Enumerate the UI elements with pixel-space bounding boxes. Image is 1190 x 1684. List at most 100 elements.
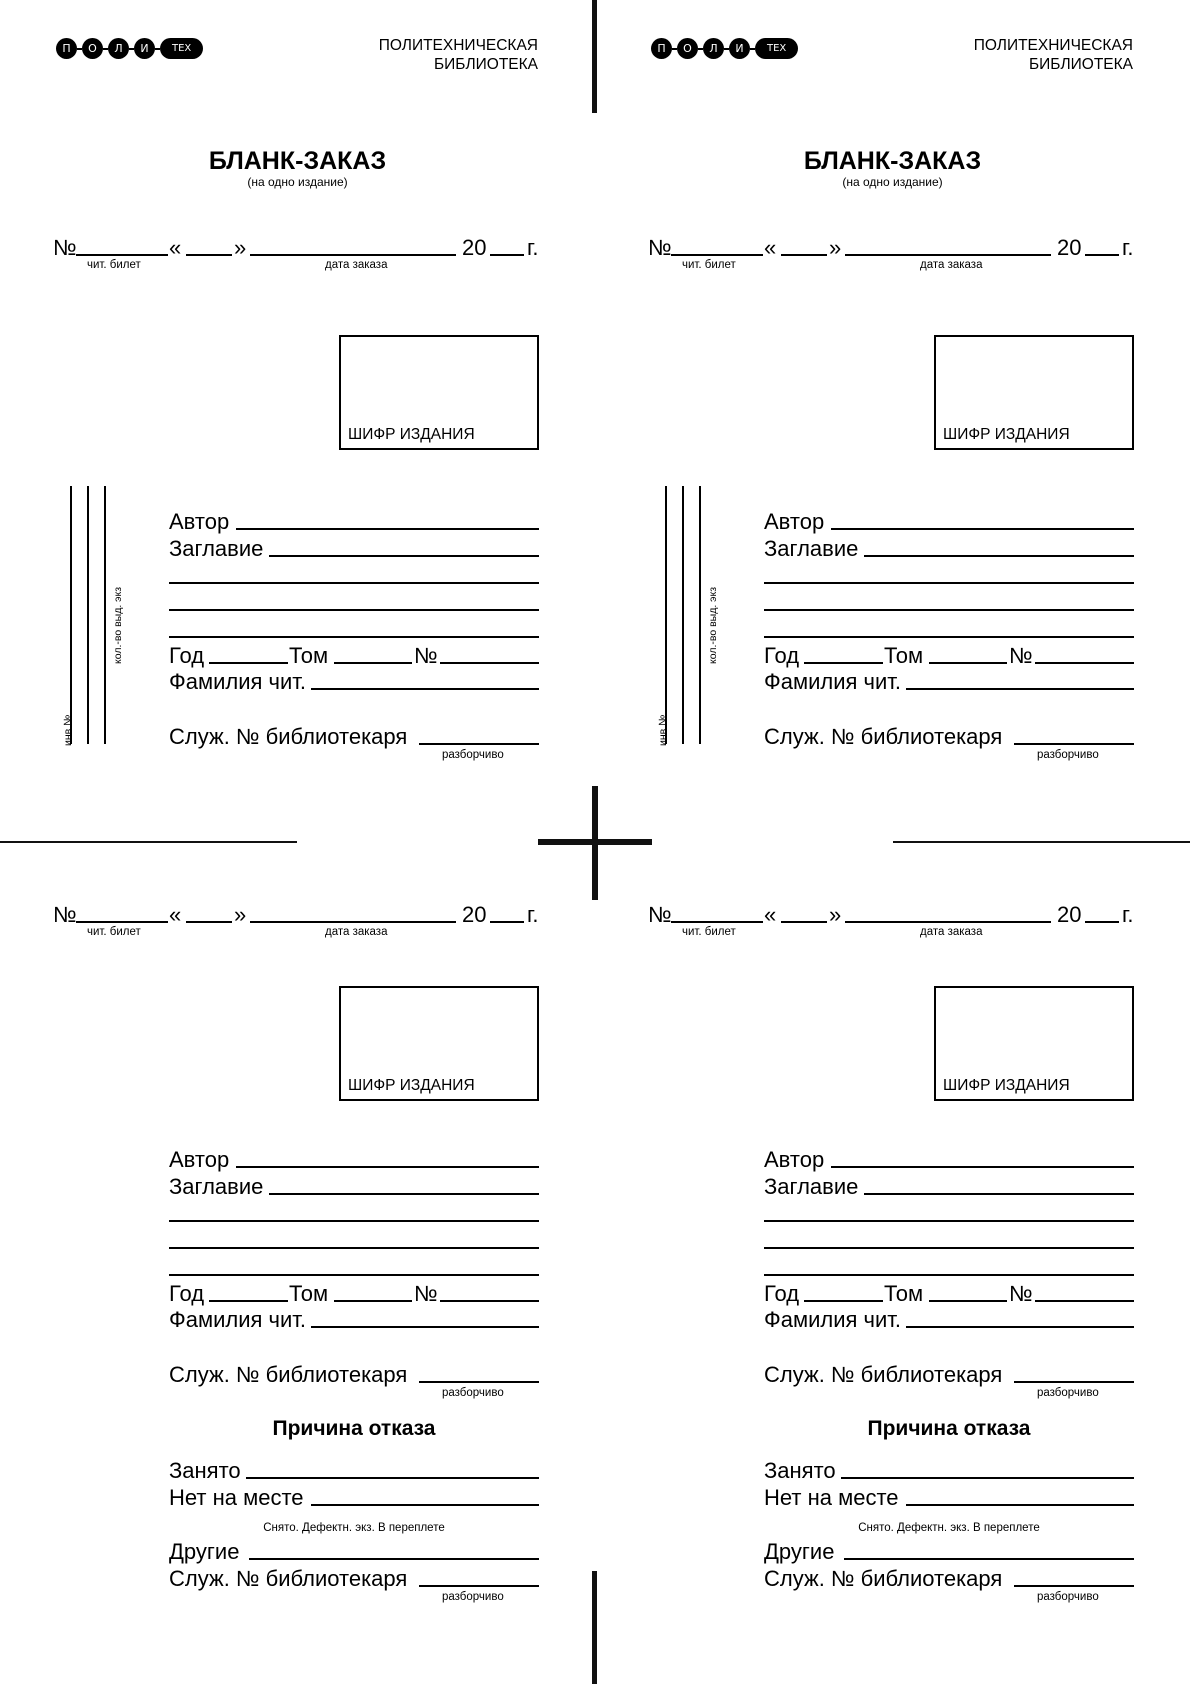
logo-pill: ТЕХ [755,38,799,59]
missing-field[interactable] [311,1504,539,1506]
quote-close: » [829,235,842,260]
title-field-line[interactable] [764,582,1134,584]
year-label: Год [169,643,205,668]
title-field[interactable] [864,1193,1134,1195]
busy-field[interactable] [841,1477,1134,1479]
author-label: Автор [169,509,230,534]
month-field[interactable] [845,254,1051,256]
title-field[interactable] [269,555,539,557]
volume-field[interactable] [929,662,1007,664]
issue-label: № [1009,1281,1033,1306]
issue-field[interactable] [1035,1300,1134,1302]
issue-field[interactable] [440,1300,539,1302]
year-label: Год [764,643,800,668]
copies-label: кол.-во выд. экз [707,586,719,664]
librarian-field[interactable] [419,743,539,745]
inventory-label: инв № [62,714,74,746]
reader-surname-field[interactable] [311,1326,539,1328]
year-field[interactable] [490,254,524,256]
title-field-line[interactable] [169,609,539,611]
refusal-heading: Причина отказа [272,1417,436,1440]
form-subtitle: (на одно издание) [842,175,943,189]
order-form-bottom-left: № « » 20 г. чит. билет дата заказа ШИФР … [0,842,595,1684]
title-field-line[interactable] [169,636,539,638]
logo-pill: ТЕХ [160,38,204,59]
missing-label: Нет на месте [764,1485,899,1510]
issue-label: № [414,643,438,668]
author-field[interactable] [236,1166,539,1168]
issue-field[interactable] [440,662,539,664]
day-field[interactable] [781,254,827,256]
publication-year-field[interactable] [209,1300,288,1302]
author-field[interactable] [831,1166,1134,1168]
volume-field[interactable] [334,662,412,664]
year-field[interactable] [490,921,524,923]
title-field[interactable] [864,555,1134,557]
title-field-line[interactable] [169,582,539,584]
month-field[interactable] [250,254,456,256]
reader-surname-label: Фамилия чит. [169,1307,307,1332]
title-field-line[interactable] [169,1247,539,1249]
volume-field[interactable] [334,1300,412,1302]
publication-year-field[interactable] [804,1300,883,1302]
librarian-field[interactable] [419,1381,539,1383]
day-field[interactable] [781,921,827,923]
other-field[interactable] [249,1558,539,1560]
missing-field[interactable] [906,1504,1134,1506]
inventory-label: инв № [657,714,669,746]
logo-letter: И [729,38,750,59]
title-field-line[interactable] [764,1247,1134,1249]
year-field[interactable] [1085,921,1119,923]
reader-surname-label: Фамилия чит. [764,1307,902,1332]
title-field-line[interactable] [764,1220,1134,1222]
issue-field[interactable] [1035,662,1134,664]
title-field-line[interactable] [764,1274,1134,1276]
author-field[interactable] [831,528,1134,530]
title-field-line[interactable] [169,1274,539,1276]
library-name-line: БИБЛИОТЕКА [433,56,538,73]
title-field-line[interactable] [169,1220,539,1222]
volume-label: Том [884,1281,924,1306]
month-field[interactable] [845,921,1051,923]
librarian-label: Служ. № библиотекаря [169,1362,408,1387]
month-field[interactable] [250,921,456,923]
library-name-line: ПОЛИТЕХНИЧЕСКАЯ [973,37,1133,54]
logo-letter: П [56,38,77,59]
title-field-line[interactable] [764,636,1134,638]
reader-surname-label: Фамилия чит. [169,669,307,694]
title-field-line[interactable] [764,609,1134,611]
librarian-field[interactable] [1014,1381,1134,1383]
refusal-librarian-field[interactable] [1014,1585,1134,1587]
publication-year-field[interactable] [804,662,883,664]
form-title: БЛАНК-ЗАКАЗ [208,147,387,175]
reader-surname-field[interactable] [311,688,539,690]
date-caption: дата заказа [920,259,983,271]
reader-ticket-field[interactable] [671,254,763,256]
quote-close: » [829,902,842,927]
publication-year-field[interactable] [209,662,288,664]
author-field[interactable] [236,528,539,530]
reader-ticket-field[interactable] [76,254,168,256]
polytech-logo: П О Л И ТЕХ [56,38,204,59]
refusal-librarian-field[interactable] [419,1585,539,1587]
busy-field[interactable] [246,1477,539,1479]
date-caption: дата заказа [325,259,388,271]
reader-surname-field[interactable] [906,688,1134,690]
reader-ticket-field[interactable] [671,921,763,923]
other-field[interactable] [844,1558,1134,1560]
reader-surname-field[interactable] [906,1326,1134,1328]
librarian-field[interactable] [1014,743,1134,745]
day-field[interactable] [186,921,232,923]
title-field[interactable] [269,1193,539,1195]
year-field[interactable] [1085,254,1119,256]
refusal-legibly-caption: разборчиво [1037,1591,1099,1603]
order-form-top-right: П О Л И ТЕХ ПОЛИТЕХНИЧЕСКАЯ БИБЛИОТЕКА Б… [595,0,1190,842]
volume-label: Том [884,643,924,668]
quote-open: « [764,235,777,260]
reader-ticket-field[interactable] [76,921,168,923]
number-sign: № [53,235,77,260]
day-field[interactable] [186,254,232,256]
volume-field[interactable] [929,1300,1007,1302]
volume-label: Том [289,643,329,668]
issue-label: № [414,1281,438,1306]
